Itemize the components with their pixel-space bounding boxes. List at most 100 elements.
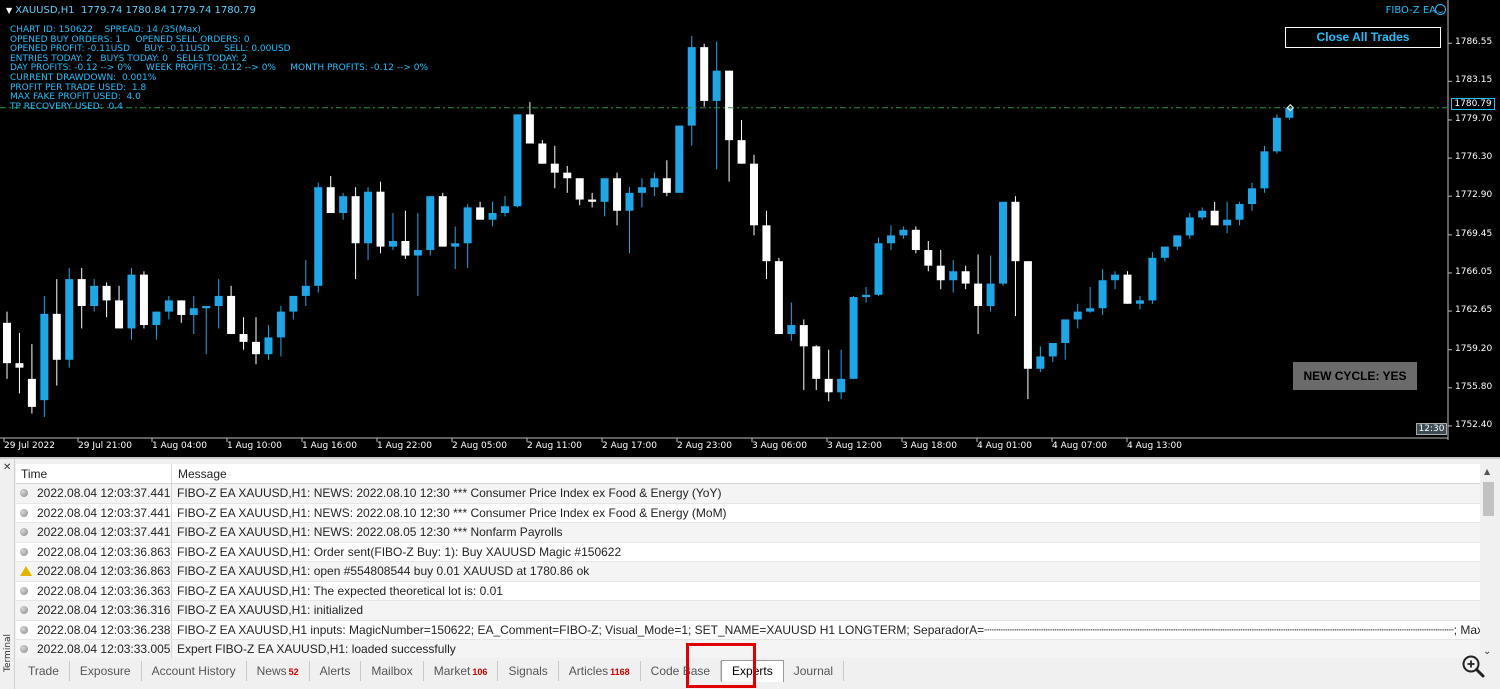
zoom-in-icon[interactable] bbox=[1460, 653, 1486, 679]
tab-badge: 1168 bbox=[610, 667, 630, 677]
tab-exposure[interactable]: Exposure bbox=[70, 661, 142, 681]
candle-body bbox=[824, 378, 833, 393]
row-time: 2022.08.04 12:03:36.363 bbox=[37, 583, 171, 598]
table-row[interactable]: 2022.08.04 12:03:37.441 FIBO-Z EA XAUUSD,… bbox=[16, 523, 1480, 543]
candle-body bbox=[974, 283, 983, 307]
time-tick-label: 29 Jul 21:00 bbox=[78, 441, 132, 451]
tab-mailbox[interactable]: Mailbox bbox=[361, 661, 424, 681]
price-tick-label: 1779.70 bbox=[1455, 113, 1493, 124]
tab-label: Mailbox bbox=[371, 664, 413, 678]
tab-label: News bbox=[256, 664, 287, 678]
row-time: 2022.08.04 12:03:36.238 bbox=[37, 622, 171, 637]
row-time-cell: 2022.08.04 12:03:36.238 bbox=[16, 620, 172, 639]
tab-news[interactable]: News 52 bbox=[247, 661, 310, 681]
table-row[interactable]: 2022.08.04 12:03:36.238 FIBO-Z EA XAUUSD,… bbox=[16, 620, 1480, 640]
candle-body bbox=[1048, 342, 1057, 357]
candle-body bbox=[1098, 280, 1107, 309]
close-all-trades-button[interactable]: Close All Trades bbox=[1285, 27, 1441, 48]
candle-body bbox=[202, 306, 211, 309]
candle-body bbox=[600, 178, 609, 202]
info-dot-icon bbox=[20, 625, 28, 634]
info-dot-icon bbox=[20, 528, 28, 537]
price-tick-label: 1752.40 bbox=[1455, 419, 1493, 430]
candle-body bbox=[1160, 246, 1169, 258]
tab-journal[interactable]: Journal bbox=[784, 661, 845, 681]
candle-body bbox=[314, 187, 323, 286]
tab-market[interactable]: Market 106 bbox=[424, 661, 499, 681]
column-header-time[interactable]: Time bbox=[16, 464, 172, 483]
ea-name-label[interactable]: FIBO-Z EA bbox=[1386, 5, 1436, 16]
time-tick-label: 1 Aug 16:00 bbox=[302, 441, 357, 451]
tab-code-base[interactable]: Code Base bbox=[641, 661, 722, 681]
tab-alerts[interactable]: Alerts bbox=[310, 661, 362, 681]
current-price-tag: 1780.79 bbox=[1451, 98, 1495, 110]
candle-body bbox=[127, 274, 136, 329]
info-dot-icon bbox=[20, 508, 28, 517]
price-tick-label: 1762.65 bbox=[1455, 305, 1493, 316]
candle-body bbox=[662, 178, 671, 193]
candle-body bbox=[750, 163, 758, 226]
scrollbar-thumb[interactable] bbox=[1483, 482, 1494, 516]
candle-body bbox=[700, 47, 709, 101]
row-time-cell: 2022.08.04 12:03:36.863 bbox=[16, 562, 172, 581]
table-row[interactable]: 2022.08.04 12:03:36.863 FIBO-Z EA XAUUSD,… bbox=[16, 562, 1480, 582]
experts-log-table[interactable]: Time Message 2022.08.04 12:03:37.441 FIBO… bbox=[16, 464, 1480, 658]
candle-body bbox=[1272, 117, 1281, 152]
price-tick-label: 1755.80 bbox=[1455, 381, 1493, 392]
column-header-message[interactable]: Message bbox=[172, 464, 1480, 483]
tab-articles[interactable]: Articles 1168 bbox=[559, 661, 641, 681]
new-cycle-status: NEW CYCLE: YES bbox=[1293, 362, 1417, 390]
table-row[interactable]: 2022.08.04 12:03:33.005 Expert FIBO-Z EA … bbox=[16, 640, 1480, 658]
dropdown-triangle-icon[interactable]: ▼ bbox=[6, 6, 12, 15]
table-row[interactable]: 2022.08.04 12:03:37.441 FIBO-Z EA XAUUSD,… bbox=[16, 503, 1480, 523]
candle-body bbox=[351, 196, 360, 244]
candle-body bbox=[102, 285, 111, 301]
candle-body bbox=[488, 212, 497, 220]
terminal-side-bar: ✕ Terminal bbox=[0, 459, 15, 689]
candle-body bbox=[15, 363, 24, 368]
row-time: 2022.08.04 12:03:37.441 bbox=[37, 505, 171, 520]
tab-signals[interactable]: Signals bbox=[498, 661, 559, 681]
tab-trade[interactable]: Trade bbox=[18, 661, 70, 681]
candle-body bbox=[364, 191, 373, 244]
candle-body bbox=[1073, 311, 1082, 320]
candle-body bbox=[588, 199, 597, 202]
scroll-up-icon[interactable]: ▲ bbox=[1484, 467, 1490, 476]
ea-info-panel: CHART ID: 150622 SPREAD: 14 /35(Max) OPEN… bbox=[10, 25, 428, 112]
close-icon[interactable]: ✕ bbox=[3, 462, 11, 473]
row-time: 2022.08.04 12:03:36.863 bbox=[37, 544, 171, 559]
candle-body bbox=[625, 192, 634, 211]
table-header: Time Message bbox=[16, 464, 1480, 484]
table-row[interactable]: 2022.08.04 12:03:36.363 FIBO-Z EA XAUUSD,… bbox=[16, 581, 1480, 601]
candle-body bbox=[388, 241, 397, 247]
smiley-icon bbox=[1435, 4, 1446, 15]
row-message: FIBO-Z EA XAUUSD,H1: The expected theore… bbox=[177, 583, 503, 598]
candle-body bbox=[799, 325, 808, 347]
price-chart[interactable]: ▼ XAUUSD,H1 1779.74 1780.84 1779.74 1780.… bbox=[0, 0, 1500, 457]
row-time: 2022.08.04 12:03:36.316 bbox=[37, 603, 171, 618]
terminal-tabs: Trade Exposure Account History News 52 Alerts… bbox=[18, 660, 845, 683]
row-message: FIBO-Z EA XAUUSD,H1: initialized bbox=[177, 603, 364, 618]
table-row[interactable]: 2022.08.04 12:03:36.316 FIBO-Z EA XAUUSD,… bbox=[16, 601, 1480, 621]
candle-body bbox=[787, 325, 796, 335]
tab-label: Trade bbox=[28, 664, 59, 678]
info-dot-icon bbox=[20, 606, 28, 615]
terminal-vertical-label: Terminal bbox=[3, 633, 13, 672]
table-row[interactable]: 2022.08.04 12:03:37.441 FIBO-Z EA XAUUSD,… bbox=[16, 484, 1480, 504]
candle-body bbox=[911, 229, 920, 250]
time-tick-label: 29 Jul 2022 bbox=[4, 441, 55, 451]
price-tick-label: 1783.15 bbox=[1455, 75, 1493, 86]
vertical-scrollbar[interactable]: ▲ ⌄ bbox=[1480, 464, 1497, 658]
tab-experts[interactable]: Experts bbox=[721, 660, 784, 682]
candle-body bbox=[139, 274, 148, 326]
row-time: 2022.08.04 12:03:33.005 bbox=[37, 642, 171, 657]
table-row[interactable]: 2022.08.04 12:03:36.863 FIBO-Z EA XAUUSD,… bbox=[16, 542, 1480, 562]
candle-body bbox=[1185, 217, 1194, 236]
row-time-cell: 2022.08.04 12:03:37.441 bbox=[16, 523, 172, 542]
candle-body bbox=[264, 337, 273, 355]
row-message: FIBO-Z EA XAUUSD,H1 inputs: MagicNumber=… bbox=[177, 622, 1480, 637]
candle-body bbox=[550, 163, 559, 173]
tab-account-history[interactable]: Account History bbox=[142, 661, 247, 681]
time-tick-label: 3 Aug 12:00 bbox=[827, 441, 882, 451]
price-tick-label: 1772.90 bbox=[1455, 190, 1493, 201]
